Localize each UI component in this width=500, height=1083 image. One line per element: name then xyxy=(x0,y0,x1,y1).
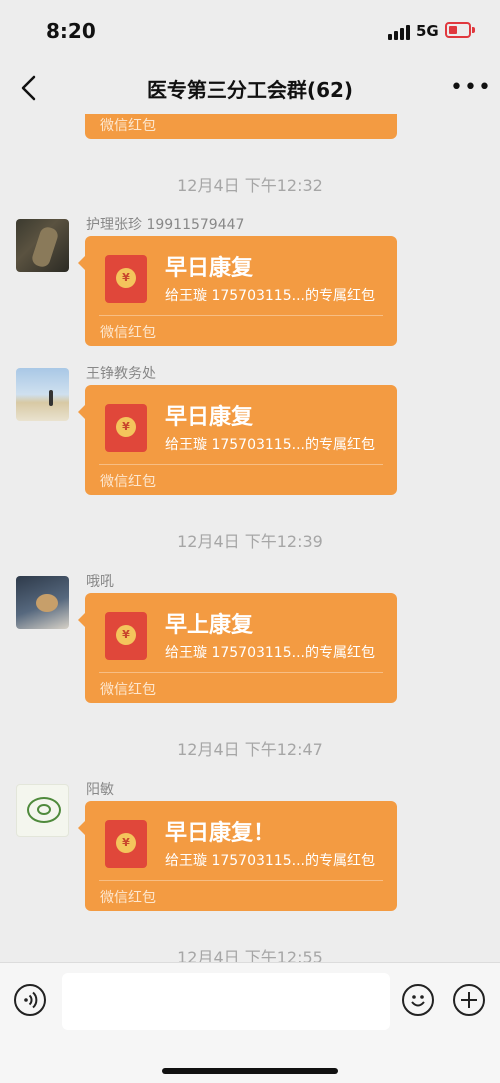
timestamp: 12月4日 下午12:32 xyxy=(177,176,323,195)
packet-divider xyxy=(99,464,383,465)
red-packet[interactable]: ¥ 早日康复 给王璇 175703115...的专属红包 微信红包 xyxy=(78,385,397,495)
packet-message: 早日康复！ xyxy=(165,821,276,846)
packet-message: 早上康复 xyxy=(165,613,254,638)
sender-name: 阳敏 xyxy=(86,782,114,798)
avatar[interactable] xyxy=(16,784,69,837)
timestamp: 12月4日 下午12:47 xyxy=(177,740,323,759)
red-packet[interactable]: ¥ 早上康复 给王璇 175703115...的专属红包 微信红包 xyxy=(78,593,397,703)
timestamp: 12月4日 下午12:39 xyxy=(177,532,323,551)
emoji-icon[interactable] xyxy=(402,984,434,1016)
battery-icon xyxy=(445,22,471,38)
sender-name: 王铮教务处 xyxy=(86,366,156,382)
red-packet[interactable]: ¥ 早日康复！ 给王璇 175703115...的专属红包 微信红包 xyxy=(78,801,397,911)
red-envelope-icon: ¥ xyxy=(105,612,147,660)
status-time: 8:20 xyxy=(46,19,96,43)
packet-subtitle: 给王璇 175703115...的专属红包 xyxy=(165,645,375,661)
red-packet[interactable]: ¥ 早日康复 给王璇 175703115...的专属红包 微信红包 xyxy=(78,236,397,346)
packet-subtitle: 给王璇 175703115...的专属红包 xyxy=(165,437,375,453)
signal-icon xyxy=(388,24,410,40)
message-input[interactable] xyxy=(62,973,390,1030)
packet-message: 早日康复 xyxy=(165,405,254,430)
packet-message: 早日康复 xyxy=(165,256,254,281)
sender-name: 护理张珍 19911579447 xyxy=(86,217,245,233)
plus-icon[interactable] xyxy=(453,984,485,1016)
sender-name: 哦吼 xyxy=(86,574,114,590)
red-envelope-icon: ¥ xyxy=(105,820,147,868)
packet-footer: 微信红包 xyxy=(100,325,156,341)
chat-area[interactable]: 微信红包 12月4日 下午12:32 护理张珍 19911579447 ¥ 早日… xyxy=(0,114,500,962)
more-icon[interactable]: ••• xyxy=(450,74,491,102)
avatar[interactable] xyxy=(16,368,69,421)
chat-title: 医专第三分工会群(62) xyxy=(146,78,354,102)
packet-footer: 微信红包 xyxy=(100,118,156,134)
home-indicator xyxy=(162,1068,338,1074)
chat-header: 医专第三分工会群(62) ••• xyxy=(0,62,500,114)
network-type: 5G xyxy=(416,22,439,40)
packet-divider xyxy=(99,672,383,673)
red-envelope-icon: ¥ xyxy=(105,255,147,303)
packet-divider xyxy=(99,315,383,316)
voice-icon[interactable] xyxy=(14,984,46,1016)
avatar[interactable] xyxy=(16,576,69,629)
packet-divider xyxy=(99,880,383,881)
packet-subtitle: 给王璇 175703115...的专属红包 xyxy=(165,288,375,304)
red-packet-partial[interactable]: 微信红包 xyxy=(85,114,397,139)
timestamp: 12月4日 下午12:55 xyxy=(177,948,323,962)
input-bar xyxy=(0,962,500,1083)
red-envelope-icon: ¥ xyxy=(105,404,147,452)
packet-subtitle: 给王璇 175703115...的专属红包 xyxy=(165,853,375,869)
packet-footer: 微信红包 xyxy=(100,682,156,698)
packet-footer: 微信红包 xyxy=(100,474,156,490)
battery-cap xyxy=(472,27,475,33)
packet-footer: 微信红包 xyxy=(100,890,156,906)
avatar[interactable] xyxy=(16,219,69,272)
status-bar: 8:20 5G xyxy=(0,0,500,62)
